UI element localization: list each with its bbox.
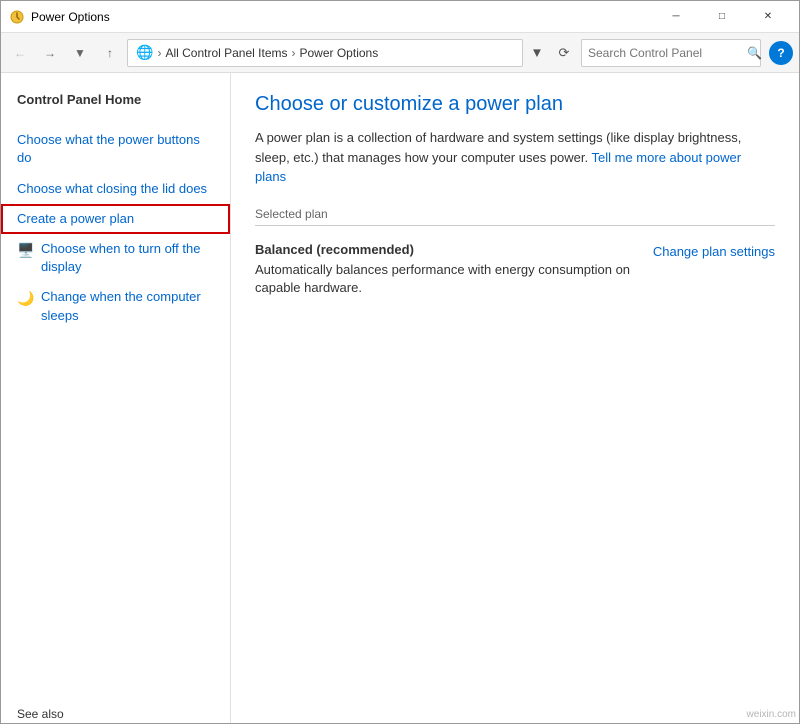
up-button[interactable]: ↑ [97,40,123,66]
search-input[interactable] [588,46,743,60]
title-bar-controls: ─ □ ✕ [653,1,791,33]
back-button[interactable]: ← [7,40,33,66]
sidebar-item-display-off[interactable]: 🖥️ Choose when to turn off the display [1,234,230,282]
content-area: Control Panel Home Choose what the power… [1,73,799,723]
address-bar: ← → ▼ ↑ 🌐 › All Control Panel Items › Po… [1,33,799,73]
refresh-button[interactable]: ⟳ [551,40,577,66]
sleep-icon: 🌙 [17,289,35,307]
change-plan-settings-link[interactable]: Change plan settings [653,244,775,259]
address-dropdown-button[interactable]: ▼ [527,39,547,67]
maximize-button[interactable]: □ [699,1,745,33]
sidebar-item-sleep[interactable]: 🌙 Change when the computer sleeps [1,282,230,330]
main-title: Choose or customize a power plan [255,93,775,116]
path-icon: 🌐 [136,44,153,61]
sidebar-item-power-buttons[interactable]: Choose what the power buttons do [1,125,230,173]
title-bar-title: Power Options [31,10,653,24]
section-divider [255,225,775,226]
search-icon: 🔍 [747,46,762,60]
minimize-button[interactable]: ─ [653,1,699,33]
title-bar-icon [9,9,25,25]
window: Power Options ─ □ ✕ ← → ▼ ↑ 🌐 › All Cont… [0,0,800,724]
sidebar-item-lid-action[interactable]: Choose what closing the lid does [1,174,230,204]
recent-pages-button[interactable]: ▼ [67,40,93,66]
path-root[interactable]: All Control Panel Items [165,46,287,60]
plan-name: Balanced (recommended) [255,242,633,257]
watermark: weixin.com [747,709,796,720]
sidebar: Control Panel Home Choose what the power… [1,73,231,723]
display-icon: 🖥️ [17,241,35,259]
main-description: A power plan is a collection of hardware… [255,128,755,187]
path-current: Power Options [300,46,379,60]
main-panel: Choose or customize a power plan A power… [231,73,799,723]
address-path: 🌐 › All Control Panel Items › Power Opti… [127,39,523,67]
selected-plan-label: Selected plan [255,207,775,221]
search-box: 🔍 [581,39,761,67]
help-button[interactable]: ? [769,41,793,65]
see-also-label: See also [1,691,230,723]
sidebar-home[interactable]: Control Panel Home [1,85,230,115]
forward-button[interactable]: → [37,40,63,66]
plan-row: Balanced (recommended) Automatically bal… [255,242,775,297]
plan-section: Selected plan Balanced (recommended) Aut… [255,207,775,297]
plan-info: Balanced (recommended) Automatically bal… [255,242,633,297]
close-button[interactable]: ✕ [745,1,791,33]
title-bar: Power Options ─ □ ✕ [1,1,799,33]
plan-description: Automatically balances performance with … [255,261,633,297]
sidebar-item-create-plan[interactable]: Create a power plan [1,204,230,234]
